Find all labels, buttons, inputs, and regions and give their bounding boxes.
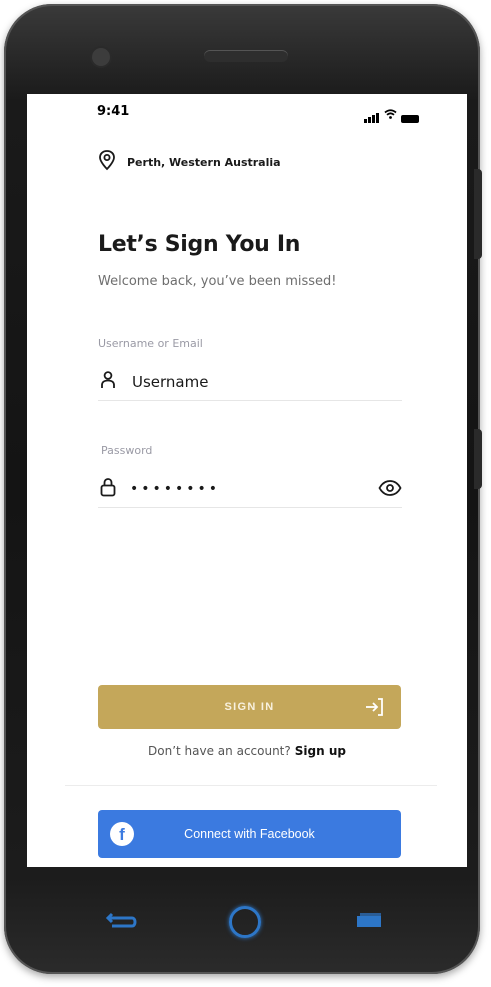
eye-icon[interactable]	[378, 479, 402, 501]
username-input[interactable]: Username	[132, 373, 208, 391]
signal-icon	[364, 113, 380, 123]
user-icon	[98, 369, 118, 395]
device-nav-bar	[64, 904, 424, 944]
facebook-button-label: Connect with Facebook	[184, 827, 315, 841]
screen: 9:41 Perth, Western Australia Let’s Sign…	[27, 94, 467, 867]
divider	[65, 785, 437, 786]
facebook-icon: f	[110, 822, 134, 846]
sign-in-button[interactable]: SIGN IN	[98, 685, 401, 729]
status-icons	[364, 104, 419, 123]
username-label: Username or Email	[98, 337, 203, 350]
signup-prompt: Don’t have an account? Sign up	[27, 744, 467, 758]
location-text: Perth, Western Australia	[127, 155, 281, 169]
front-camera	[92, 48, 110, 66]
sign-in-label: SIGN IN	[224, 701, 275, 713]
home-icon[interactable]	[229, 906, 261, 938]
back-icon[interactable]	[104, 912, 138, 930]
battery-icon	[401, 115, 419, 123]
password-field[interactable]: ••••••••	[98, 471, 402, 508]
location-selector[interactable]: Perth, Western Australia	[97, 149, 281, 175]
lock-icon	[98, 476, 118, 502]
arrow-login-icon	[363, 696, 385, 721]
location-pin-icon	[97, 149, 117, 175]
page-title: Let’s Sign You In	[98, 232, 301, 257]
username-field[interactable]: Username	[98, 364, 402, 401]
sign-up-link[interactable]: Sign up	[295, 744, 346, 758]
wifi-icon	[384, 104, 397, 123]
volume-button	[474, 169, 482, 259]
earpiece-speaker	[204, 50, 288, 62]
recent-apps-icon[interactable]	[354, 912, 384, 930]
power-button	[474, 429, 482, 489]
facebook-connect-button[interactable]: f Connect with Facebook	[98, 810, 401, 858]
page-subtitle: Welcome back, you’ve been missed!	[98, 274, 337, 289]
status-time: 9:41	[97, 104, 130, 119]
phone-frame: 9:41 Perth, Western Australia Let’s Sign…	[4, 4, 482, 974]
password-input[interactable]: ••••••••	[130, 481, 220, 497]
no-account-text: Don’t have an account?	[148, 744, 291, 758]
password-label: Password	[101, 444, 153, 457]
